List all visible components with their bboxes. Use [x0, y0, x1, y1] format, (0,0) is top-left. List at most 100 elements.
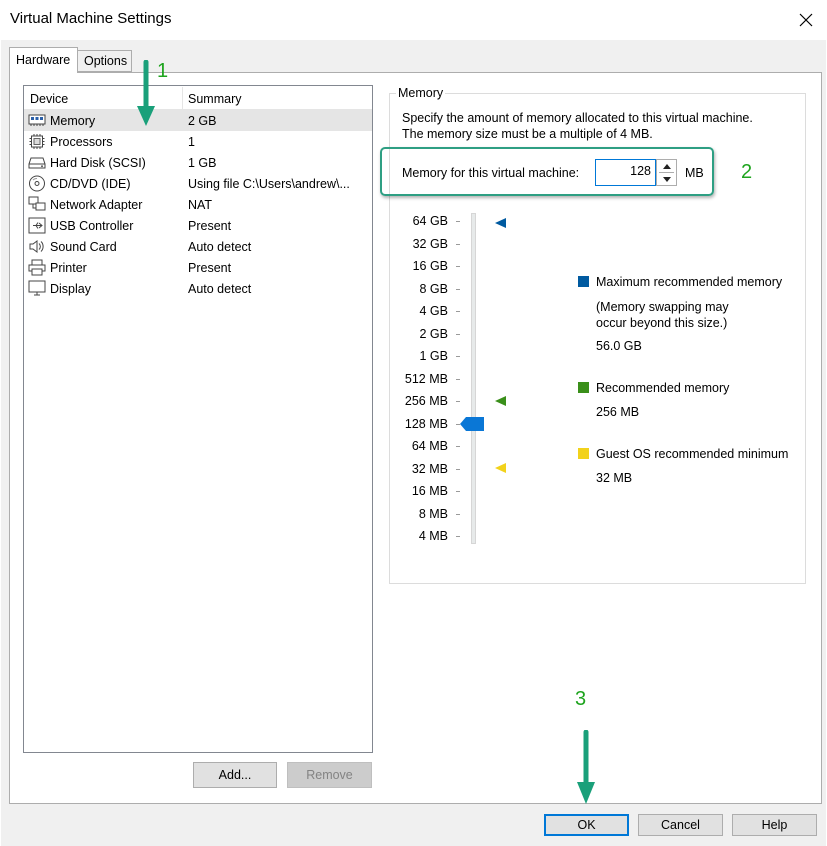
scale-label: 64 GB	[412, 214, 448, 228]
device-name: Network Adapter	[50, 198, 143, 212]
memory-field-label: Memory for this virtual machine:	[402, 166, 580, 180]
scale-label: 32 GB	[412, 237, 448, 251]
annotation-arrow-1-icon	[137, 60, 155, 126]
scale-tick	[456, 334, 460, 335]
device-name: Hard Disk (SCSI)	[50, 156, 146, 170]
hard-disk-icon	[28, 154, 46, 171]
scale-tick	[456, 379, 460, 380]
memory-size-input[interactable]: 128	[595, 159, 656, 186]
scale-label: 4 GB	[419, 304, 449, 318]
monitor-icon	[28, 280, 46, 297]
scale-tick	[456, 244, 460, 245]
scale-tick	[456, 311, 460, 312]
device-summary: 1 GB	[188, 156, 217, 170]
recommended-swatch	[578, 382, 589, 393]
memory-slider-thumb[interactable]	[460, 417, 485, 431]
device-list[interactable]: Device Summary Memory 2 GB Processors 1 …	[23, 85, 373, 753]
max-recommended-value: 56.0 GB	[596, 339, 642, 353]
remove-button[interactable]: Remove	[287, 762, 372, 788]
memory-description-line: The memory size must be a multiple of 4 …	[402, 127, 653, 141]
tab-options[interactable]: Options	[78, 50, 132, 72]
scale-label: 256 MB	[404, 394, 448, 408]
max-recommended-note-line: occur beyond this size.)	[596, 316, 728, 330]
memory-slider-track[interactable]	[471, 213, 476, 544]
speaker-icon	[28, 238, 46, 255]
device-row-network-adapter[interactable]: Network Adapter NAT	[24, 194, 372, 215]
device-summary: Auto detect	[188, 240, 252, 254]
scale-tick	[456, 536, 460, 537]
device-summary: 2 GB	[188, 114, 217, 128]
annotation-arrow-3-icon	[577, 730, 595, 804]
device-summary: Present	[188, 219, 232, 233]
guest-minimum-swatch	[578, 448, 589, 459]
printer-icon	[28, 259, 46, 276]
scale-label: 512 MB	[404, 372, 448, 386]
list-header: Device Summary	[24, 86, 372, 110]
max-recommended-title: Maximum recommended memory	[596, 275, 783, 289]
scale-label: 1 GB	[419, 349, 449, 363]
spin-down-button[interactable]	[657, 173, 676, 185]
scale-tick	[456, 401, 460, 402]
scale-tick	[456, 266, 460, 267]
scale-label: 128 MB	[404, 417, 448, 431]
device-name: Display	[50, 282, 91, 296]
device-row-hard-disk[interactable]: Hard Disk (SCSI) 1 GB	[24, 152, 372, 173]
tab-hardware[interactable]: Hardware	[9, 47, 78, 73]
scale-tick	[456, 356, 460, 357]
cd-dvd-icon	[28, 175, 46, 192]
column-header-summary[interactable]: Summary	[188, 92, 241, 106]
guest-minimum-marker-icon	[495, 463, 506, 473]
max-recommended-note-line: (Memory swapping may	[596, 300, 729, 314]
recommended-title: Recommended memory	[596, 381, 730, 395]
device-row-sound-card[interactable]: Sound Card Auto detect	[24, 236, 372, 257]
device-row-usb-controller[interactable]: USB Controller Present	[24, 215, 372, 236]
cancel-button[interactable]: Cancel	[638, 814, 723, 836]
scale-tick	[456, 514, 460, 515]
scale-label: 8 MB	[418, 507, 448, 521]
network-adapter-icon	[28, 196, 46, 213]
help-button[interactable]: Help	[732, 814, 817, 836]
scale-label: 16 GB	[412, 259, 448, 273]
memory-unit-label: MB	[685, 166, 704, 180]
device-summary: Auto detect	[188, 282, 252, 296]
recommended-marker-icon	[495, 396, 506, 406]
usb-icon	[28, 217, 46, 234]
scale-label: 2 GB	[419, 327, 449, 341]
device-row-cd-dvd[interactable]: CD/DVD (IDE) Using file C:\Users\andrew\…	[24, 173, 372, 194]
device-name: Sound Card	[50, 240, 117, 254]
processor-icon	[28, 133, 46, 150]
device-row-processors[interactable]: Processors 1	[24, 131, 372, 152]
max-recommended-marker-icon	[495, 218, 506, 228]
scale-tick	[456, 221, 460, 222]
max-recommended-swatch	[578, 276, 589, 287]
device-name: Processors	[50, 135, 113, 149]
ok-button[interactable]: OK	[544, 814, 629, 836]
device-row-memory[interactable]: Memory 2 GB	[24, 110, 372, 131]
window-title: Virtual Machine Settings	[10, 10, 172, 27]
recommended-value: 256 MB	[596, 405, 640, 419]
close-button[interactable]	[784, 0, 827, 40]
close-icon	[799, 13, 812, 27]
device-summary: Using file C:\Users\andrew\...	[188, 177, 350, 191]
annotation-step-1: 1	[157, 60, 169, 82]
memory-description: Specify the amount of memory allocated t…	[402, 110, 753, 142]
column-header-device[interactable]: Device	[30, 92, 68, 106]
scale-label: 16 MB	[411, 484, 448, 498]
device-row-printer[interactable]: Printer Present	[24, 257, 372, 278]
device-name: CD/DVD (IDE)	[50, 177, 131, 191]
scale-tick	[456, 469, 460, 470]
device-summary: 1	[188, 135, 195, 149]
scale-label: 4 MB	[418, 529, 448, 543]
column-divider[interactable]	[182, 87, 183, 109]
spin-up-button[interactable]	[657, 160, 676, 172]
add-button[interactable]: Add...	[193, 762, 277, 788]
annotation-step-3: 3	[575, 688, 587, 710]
scale-label: 32 MB	[411, 462, 448, 476]
scale-tick	[456, 289, 460, 290]
device-row-display[interactable]: Display Auto detect	[24, 278, 372, 299]
memory-spinner[interactable]	[656, 159, 677, 186]
device-summary: NAT	[188, 198, 213, 212]
memory-description-line: Specify the amount of memory allocated t…	[402, 111, 753, 125]
scale-label: 8 GB	[419, 282, 449, 296]
arrow-down-icon	[662, 176, 671, 182]
